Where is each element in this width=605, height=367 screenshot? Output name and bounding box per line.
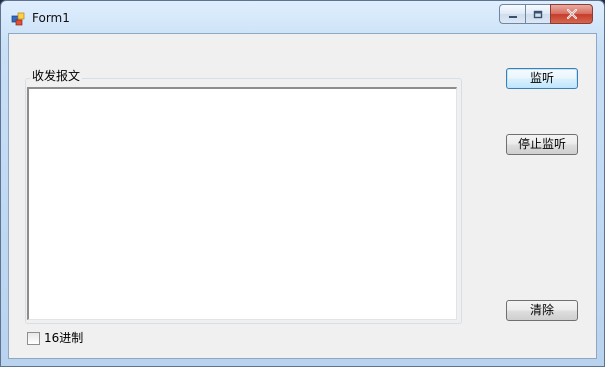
windows-form-icon: [11, 11, 25, 26]
minimize-icon: [507, 5, 519, 24]
message-textarea[interactable]: [27, 87, 457, 320]
message-groupbox: 收发报文: [25, 69, 462, 324]
close-icon: [565, 5, 579, 24]
hex-checkbox[interactable]: [27, 331, 40, 345]
maximize-button[interactable]: [525, 4, 550, 24]
clear-button[interactable]: 清除: [506, 300, 578, 321]
minimize-button[interactable]: [499, 4, 525, 24]
stop-listen-button[interactable]: 停止监听: [506, 134, 578, 155]
form-client-area: 收发报文 监听 停止监听 清除 16进制: [8, 33, 597, 359]
hex-checkbox-label: 16进制: [44, 331, 84, 345]
listen-button[interactable]: 监听: [506, 68, 578, 89]
title-bar[interactable]: Form1: [1, 1, 604, 34]
window-title: Form1: [32, 11, 70, 25]
maximize-icon: [532, 5, 544, 24]
main-window: Form1 收发报文 监听 停止监听 清除 16进制: [0, 0, 605, 367]
hex-checkbox-control[interactable]: 16进制: [27, 331, 83, 345]
close-button[interactable]: [550, 4, 593, 24]
groupbox-label: 收发报文: [30, 69, 83, 83]
window-controls: [499, 4, 593, 24]
